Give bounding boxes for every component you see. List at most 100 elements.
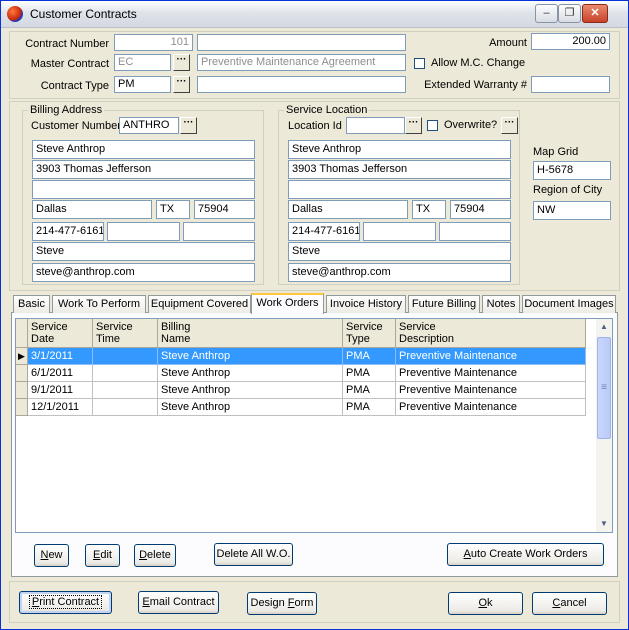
billing-name-field[interactable]: Steve Anthrop — [32, 140, 255, 159]
billing-address2-field[interactable] — [32, 180, 255, 199]
overwrite-checkbox[interactable] — [427, 120, 438, 131]
delete-all-work-orders-button[interactable]: Delete All W.O. — [214, 543, 293, 566]
service-contact-field[interactable]: Steve — [288, 242, 511, 261]
cell-service-time — [93, 382, 158, 399]
cell-billing-name: Steve Anthrop — [158, 399, 343, 416]
service-address2-field[interactable] — [288, 180, 511, 199]
service-address1-field[interactable]: 3903 Thomas Jefferson — [288, 160, 511, 179]
region-of-city-field[interactable]: NW — [533, 201, 611, 220]
amount-field[interactable]: 200.00 — [531, 33, 610, 50]
billing-zip-field[interactable]: 75904 — [194, 200, 255, 219]
billing-city-field[interactable]: Dallas — [32, 200, 152, 219]
cell-service-date: 3/1/2011 — [28, 348, 93, 365]
column-header-line: Service — [399, 321, 436, 333]
billing-email-field[interactable]: steve@anthrop.com — [32, 263, 255, 282]
cell-billing-name: Steve Anthrop — [158, 382, 343, 399]
new-button[interactable]: New — [34, 544, 69, 567]
contract-number-desc-field[interactable] — [197, 34, 406, 51]
service-zip-field[interactable]: 75904 — [450, 200, 511, 219]
tab-work-orders[interactable]: Work Orders — [251, 293, 324, 314]
service-name-field[interactable]: Steve Anthrop — [288, 140, 511, 159]
cell-service-date: 6/1/2011 — [28, 365, 93, 382]
cell-service-time — [93, 399, 158, 416]
billing-phone2-field[interactable] — [107, 222, 180, 241]
email-contract-button[interactable]: Email Contract — [138, 591, 219, 614]
scroll-thumb[interactable]: ≡ — [597, 337, 611, 439]
cell-service-type: PMA — [343, 348, 396, 365]
email-contract-label: mail Contract — [149, 596, 215, 608]
column-header-billing-name[interactable]: Billing Name — [158, 319, 343, 348]
grid-vertical-scrollbar[interactable]: ▲ ≡ ▼ — [596, 319, 612, 532]
tab-notes[interactable]: Notes — [482, 295, 520, 313]
ok-button[interactable]: Ok — [448, 592, 523, 615]
service-phone2-field[interactable] — [363, 222, 436, 241]
column-header-service-date[interactable]: Service Date — [28, 319, 93, 348]
print-contract-button[interactable]: Print Contract — [19, 591, 112, 614]
column-header-service-description[interactable]: Service Description — [396, 319, 586, 348]
service-phone-field[interactable]: 214-477-6161 — [288, 222, 360, 241]
close-button[interactable]: ✕ — [582, 4, 608, 23]
minimize-button[interactable]: – — [535, 4, 558, 23]
billing-contact-field[interactable]: Steve — [32, 242, 255, 261]
cell-service-description: Preventive Maintenance — [396, 399, 586, 416]
customer-number-label: Customer Number — [31, 120, 121, 132]
table-row[interactable]: 9/1/2011 Steve Anthrop PMA Preventive Ma… — [16, 382, 586, 399]
column-header-service-type[interactable]: Service Type — [343, 319, 396, 348]
location-id-lookup-button[interactable]: ··· — [405, 117, 422, 134]
customer-number-lookup-button[interactable]: ··· — [180, 117, 197, 134]
table-row[interactable]: 6/1/2011 Steve Anthrop PMA Preventive Ma… — [16, 365, 586, 382]
extended-warranty-field[interactable] — [531, 76, 610, 93]
column-header-line: Service — [31, 321, 68, 333]
work-orders-grid[interactable]: Service Date Service Time Billing Name Serv… — [15, 318, 613, 533]
service-state-field[interactable]: TX — [412, 200, 446, 219]
app-icon — [7, 6, 23, 22]
tab-document-images[interactable]: Document Images — [522, 295, 616, 313]
scroll-down-icon[interactable]: ▼ — [596, 516, 612, 532]
restore-button[interactable]: ❐ — [558, 4, 581, 23]
table-row[interactable]: ▶ 3/1/2011 Steve Anthrop PMA Preventive … — [16, 348, 586, 365]
master-contract-desc-field[interactable]: Preventive Maintenance Agreement — [197, 54, 406, 71]
billing-phone3-field[interactable] — [183, 222, 255, 241]
service-phone3-field[interactable] — [439, 222, 511, 241]
cell-billing-name: Steve Anthrop — [158, 365, 343, 382]
master-contract-field[interactable]: EC — [114, 54, 171, 71]
billing-address-title: Billing Address — [28, 104, 105, 116]
auto-create-label: uto Create Work Orders — [470, 548, 588, 560]
service-city-field[interactable]: Dallas — [288, 200, 408, 219]
contract-type-desc-field[interactable] — [197, 76, 406, 93]
contract-type-lookup-button[interactable]: ··· — [173, 76, 190, 93]
allow-mc-change-label: Allow M.C. Change — [431, 57, 526, 69]
column-header-service-time[interactable]: Service Time — [93, 319, 158, 348]
tab-future-billing[interactable]: Future Billing — [408, 295, 480, 313]
contract-number-field[interactable]: 101 — [114, 34, 193, 51]
delete-button[interactable]: Delete — [134, 544, 176, 567]
cancel-button[interactable]: Cancel — [532, 592, 607, 615]
customer-number-field[interactable]: ANTHRO — [119, 117, 179, 134]
table-row[interactable]: 12/1/2011 Steve Anthrop PMA Preventive M… — [16, 399, 586, 416]
billing-address1-field[interactable]: 3903 Thomas Jefferson — [32, 160, 255, 179]
contract-type-field[interactable]: PM — [114, 76, 171, 93]
allow-mc-change-checkbox[interactable] — [414, 58, 425, 69]
cell-service-time — [93, 365, 158, 382]
tab-invoice-history[interactable]: Invoice History — [326, 295, 406, 313]
location-id-field[interactable] — [346, 117, 405, 134]
design-form-mnemonic: F — [287, 597, 295, 609]
billing-phone-field[interactable]: 214-477-6161 — [32, 222, 104, 241]
billing-state-field[interactable]: TX — [156, 200, 190, 219]
auto-create-work-orders-button[interactable]: Auto Create Work Orders — [447, 543, 604, 566]
contract-type-label: Contract Type — [40, 80, 109, 92]
overwrite-lookup-button[interactable]: ··· — [501, 117, 518, 134]
cell-billing-name: Steve Anthrop — [158, 348, 343, 365]
column-header-line: Description — [399, 333, 455, 345]
service-email-field[interactable]: steve@anthrop.com — [288, 263, 511, 282]
edit-button[interactable]: Edit — [85, 544, 120, 567]
design-form-label: orm — [294, 597, 314, 609]
tab-basic[interactable]: Basic — [13, 295, 50, 313]
map-grid-field[interactable]: H-5678 — [533, 161, 611, 180]
design-form-button[interactable]: Design Form — [247, 592, 317, 615]
master-contract-lookup-button[interactable]: ··· — [173, 54, 190, 71]
tab-equipment-covered[interactable]: Equipment Covered — [148, 295, 251, 313]
new-button-label: ew — [48, 549, 63, 561]
scroll-up-icon[interactable]: ▲ — [596, 319, 612, 335]
tab-work-to-perform[interactable]: Work To Perform — [52, 295, 146, 313]
